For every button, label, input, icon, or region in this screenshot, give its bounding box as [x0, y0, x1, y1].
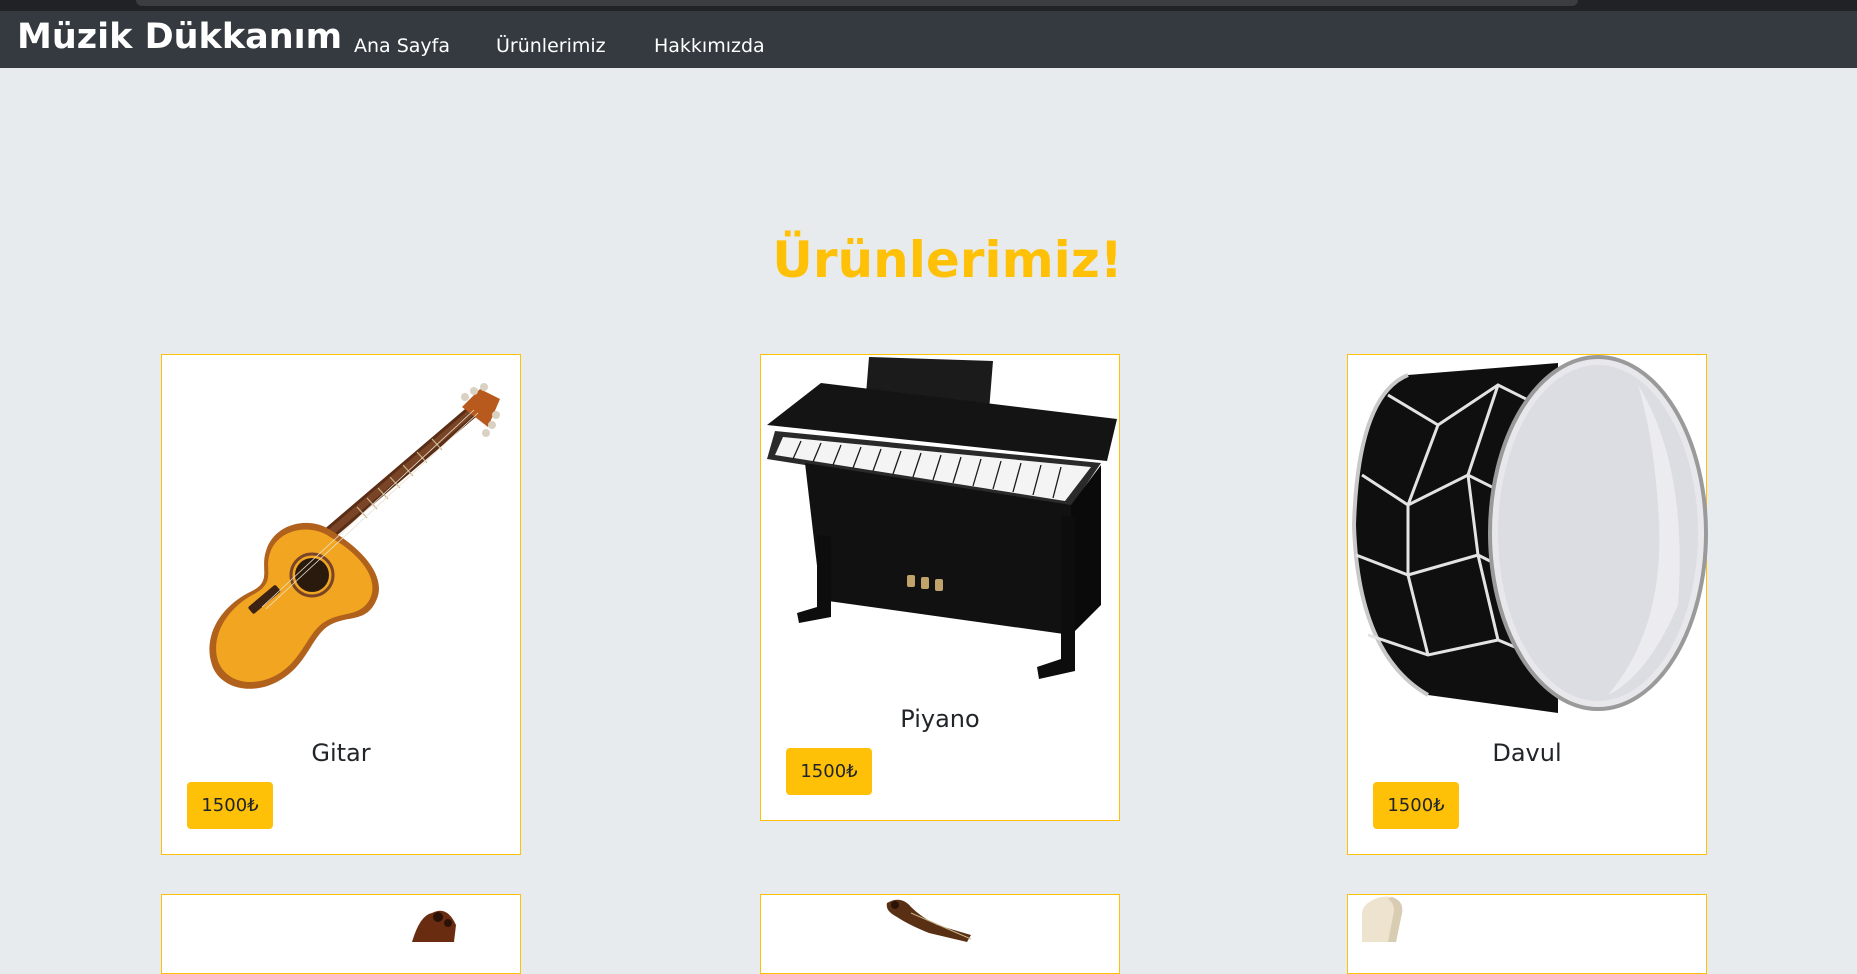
- product-card-partial: [760, 894, 1120, 974]
- product-card-gitar: Gitar 1500₺: [161, 354, 521, 855]
- piano-icon[interactable]: [761, 355, 1119, 690]
- price-button[interactable]: 1500₺: [187, 782, 273, 829]
- page-title: Ürünlerimiz!: [772, 231, 1123, 289]
- drum-icon[interactable]: [1348, 355, 1708, 717]
- nav-link-hakkimizda[interactable]: Hakkımızda: [654, 35, 765, 58]
- flute-icon[interactable]: [1348, 895, 1706, 942]
- nav-link-ana-sayfa[interactable]: Ana Sayfa: [354, 35, 450, 58]
- brand-link[interactable]: Müzik Dükkanım: [17, 17, 342, 57]
- product-title: Gitar: [311, 739, 371, 767]
- violin-icon[interactable]: [761, 895, 1119, 942]
- price-button[interactable]: 1500₺: [1373, 782, 1459, 829]
- product-title: Piyano: [900, 705, 980, 733]
- nav-link-urunlerimiz[interactable]: Ürünlerimiz: [496, 35, 606, 58]
- product-card-davul: Davul 1500₺: [1347, 354, 1708, 855]
- navbar: Müzik Dükkanım Ana Sayfa Ürünlerimiz Hak…: [0, 11, 1857, 68]
- price-button[interactable]: 1500₺: [786, 748, 872, 795]
- product-card-partial: [161, 894, 521, 974]
- browser-top-strip: [0, 0, 1857, 11]
- guitar-icon[interactable]: [162, 355, 520, 695]
- product-card-partial: [1347, 894, 1707, 974]
- browser-scroll-track: [136, 0, 1578, 6]
- product-title: Davul: [1492, 739, 1562, 767]
- violin-icon[interactable]: [162, 895, 520, 942]
- product-card-piyano: Piyano 1500₺: [760, 354, 1120, 821]
